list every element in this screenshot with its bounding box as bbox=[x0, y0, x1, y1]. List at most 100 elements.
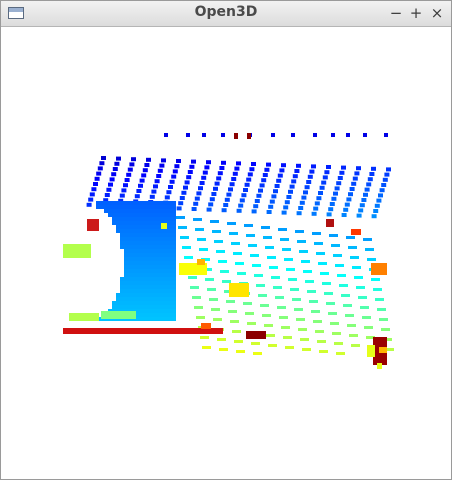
ground-point bbox=[116, 209, 120, 213]
ground-point bbox=[140, 233, 144, 237]
app-window: Open3D − + × bbox=[0, 0, 452, 480]
scan-point bbox=[344, 202, 350, 207]
scan-point bbox=[228, 187, 233, 192]
ground-point bbox=[160, 201, 164, 205]
scan-point bbox=[88, 197, 94, 202]
ground-point bbox=[148, 277, 152, 281]
scan-point bbox=[221, 160, 226, 165]
ground-point bbox=[279, 316, 288, 319]
ground-point bbox=[148, 313, 152, 317]
ground-point bbox=[252, 264, 261, 267]
ground-point bbox=[180, 236, 189, 239]
scan-point bbox=[311, 211, 317, 216]
ground-point bbox=[172, 225, 176, 229]
scan-point bbox=[291, 133, 295, 137]
ground-point bbox=[124, 305, 128, 309]
ground-point bbox=[168, 233, 172, 237]
ground-point bbox=[164, 213, 168, 217]
scan-point bbox=[187, 170, 193, 174]
ground-point bbox=[156, 233, 160, 237]
scan-point bbox=[376, 198, 382, 203]
ground-point bbox=[333, 254, 342, 257]
ground-point bbox=[152, 317, 156, 321]
scan-point bbox=[141, 173, 147, 178]
scan-point bbox=[246, 177, 252, 182]
scan-point bbox=[216, 176, 222, 181]
ground-point bbox=[120, 281, 124, 285]
ground-point bbox=[168, 221, 172, 225]
render-viewport[interactable] bbox=[1, 27, 451, 479]
ground-point bbox=[286, 268, 295, 271]
ground-point bbox=[230, 320, 239, 323]
ground-point bbox=[132, 301, 136, 305]
scan-point bbox=[326, 212, 332, 217]
ground-point bbox=[128, 213, 132, 217]
ground-point bbox=[120, 209, 124, 213]
scan-point bbox=[259, 183, 265, 188]
ground-point bbox=[168, 225, 172, 229]
ground-point bbox=[140, 209, 144, 213]
scan-point bbox=[384, 133, 388, 137]
ground-point bbox=[144, 261, 148, 265]
ground-point bbox=[152, 293, 156, 297]
scan-point bbox=[331, 196, 337, 201]
scan-point bbox=[127, 167, 133, 172]
ground-point bbox=[140, 317, 144, 321]
scan-point bbox=[213, 186, 218, 191]
object-point bbox=[371, 263, 387, 275]
ground-point bbox=[100, 201, 104, 205]
ground-point bbox=[140, 265, 144, 269]
scan-point bbox=[224, 197, 230, 202]
scan-point bbox=[313, 206, 319, 211]
scan-point bbox=[359, 203, 365, 208]
ground-point bbox=[148, 257, 152, 261]
ground-point bbox=[373, 288, 382, 291]
point-cloud-canvas[interactable] bbox=[1, 27, 451, 479]
ground-point bbox=[160, 209, 164, 213]
title-bar[interactable]: Open3D − + × bbox=[1, 1, 451, 27]
ground-point bbox=[298, 328, 307, 331]
ground-point bbox=[156, 301, 160, 305]
object-point bbox=[377, 363, 382, 369]
scan-point bbox=[238, 203, 244, 208]
ground-point bbox=[128, 273, 132, 277]
ground-point bbox=[168, 277, 172, 281]
ground-point bbox=[136, 285, 140, 289]
ground-point bbox=[262, 314, 271, 317]
scan-point bbox=[217, 171, 223, 176]
ground-point bbox=[156, 249, 160, 253]
scan-point bbox=[328, 207, 334, 212]
ground-point bbox=[227, 222, 236, 225]
ground-point bbox=[160, 297, 164, 301]
ground-point bbox=[112, 305, 116, 309]
ground-point bbox=[193, 218, 202, 221]
close-icon[interactable]: × bbox=[428, 3, 446, 23]
minimize-icon[interactable]: − bbox=[387, 3, 405, 23]
ground-point bbox=[148, 249, 152, 253]
ground-point bbox=[296, 318, 305, 321]
ground-point bbox=[120, 221, 124, 225]
ground-point bbox=[196, 316, 205, 319]
scan-point bbox=[268, 204, 274, 209]
scan-point bbox=[131, 157, 136, 162]
ground-point bbox=[144, 313, 148, 317]
ground-point bbox=[194, 306, 203, 309]
ground-point bbox=[164, 269, 168, 273]
ground-point bbox=[156, 273, 160, 277]
ground-point bbox=[144, 253, 148, 257]
scan-point bbox=[149, 194, 155, 199]
scan-point bbox=[369, 172, 375, 176]
ground-point bbox=[112, 221, 116, 225]
ground-point bbox=[168, 249, 172, 253]
ground-point bbox=[140, 297, 144, 301]
ground-point bbox=[381, 328, 390, 331]
ground-point bbox=[132, 261, 136, 265]
ground-point bbox=[332, 332, 341, 335]
ground-point bbox=[231, 242, 240, 245]
ground-point bbox=[164, 253, 168, 257]
curb-line bbox=[63, 328, 223, 334]
ground-point bbox=[164, 229, 168, 233]
scan-point bbox=[341, 213, 347, 217]
maximize-icon[interactable]: + bbox=[407, 3, 425, 23]
scan-point bbox=[209, 197, 215, 202]
